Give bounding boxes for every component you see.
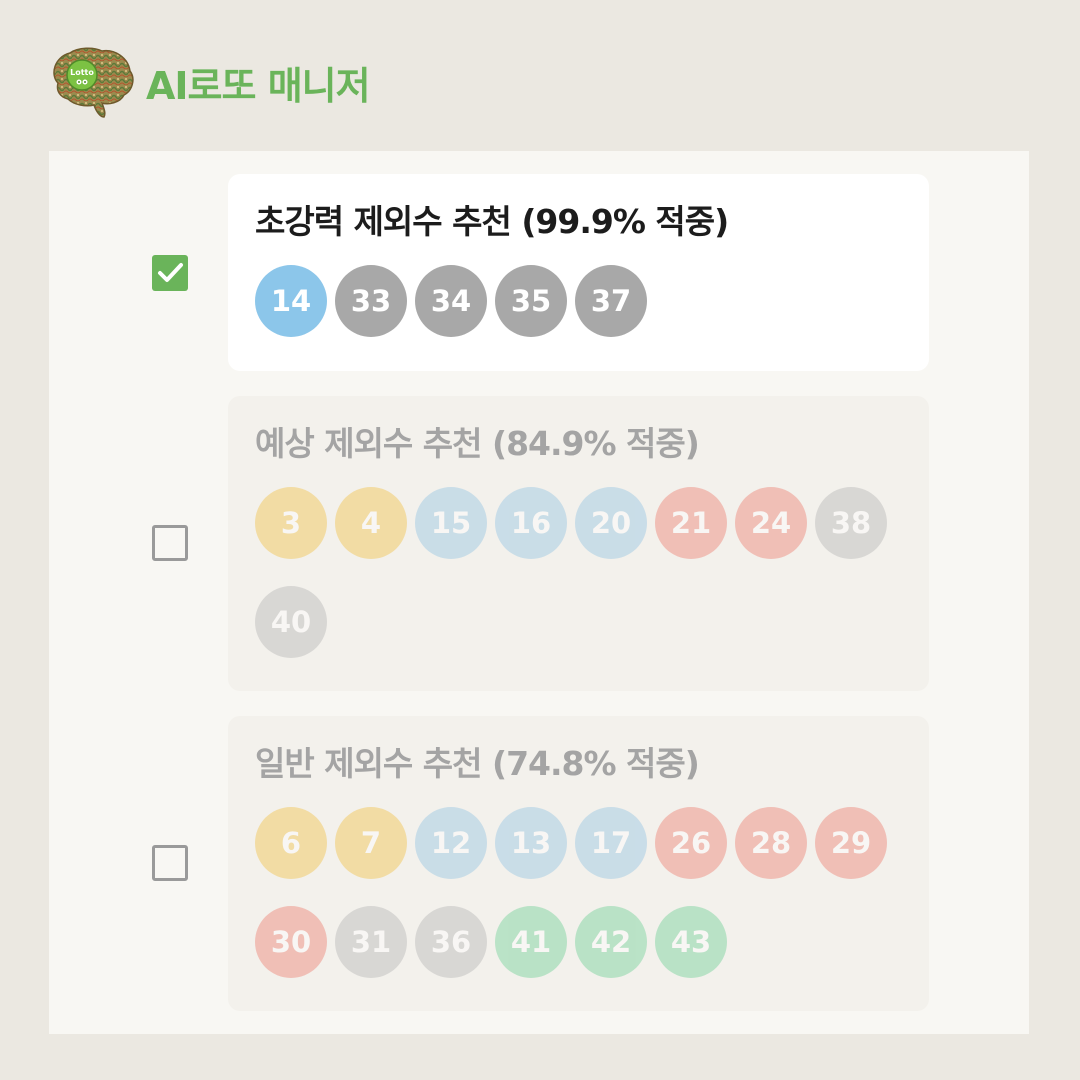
number-ball: 4 bbox=[335, 487, 407, 559]
number-ball: 40 bbox=[255, 586, 327, 658]
number-ball: 21 bbox=[655, 487, 727, 559]
number-ball: 29 bbox=[815, 807, 887, 879]
number-ball: 24 bbox=[735, 487, 807, 559]
number-list: 6 7 12 13 17 26 28 29 30 31 36 41 42 43 bbox=[255, 807, 895, 978]
checkbox-super[interactable] bbox=[152, 255, 188, 291]
number-ball: 17 bbox=[575, 807, 647, 879]
option-title: 일반 제외수 추천 (74.8% 적중) bbox=[255, 744, 700, 783]
number-ball: 15 bbox=[415, 487, 487, 559]
option-title: 예상 제외수 추천 (84.9% 적중) bbox=[255, 424, 700, 463]
number-ball: 20 bbox=[575, 487, 647, 559]
checkbox-predicted[interactable] bbox=[152, 525, 188, 561]
number-ball: 28 bbox=[735, 807, 807, 879]
number-ball: 3 bbox=[255, 487, 327, 559]
number-ball: 6 bbox=[255, 807, 327, 879]
number-list: 3 4 15 16 20 21 24 38 40 bbox=[255, 487, 895, 658]
option-card-super[interactable]: 초강력 제외수 추천 (99.9% 적중) 14 33 34 35 37 bbox=[228, 174, 929, 371]
number-ball: 33 bbox=[335, 265, 407, 337]
number-ball: 16 bbox=[495, 487, 567, 559]
number-ball: 30 bbox=[255, 906, 327, 978]
number-ball: 38 bbox=[815, 487, 887, 559]
app-title: AI로또 매니저 bbox=[146, 63, 371, 108]
number-ball: 34 bbox=[415, 265, 487, 337]
recommendation-panel: 초강력 제외수 추천 (99.9% 적중) 14 33 34 35 37 예상 제외수 … bbox=[49, 151, 1029, 1034]
logo-text: Lotto bbox=[70, 68, 94, 77]
app-header: Lotto AI로또 매니저 bbox=[48, 44, 371, 120]
option-card-predicted[interactable]: 예상 제외수 추천 (84.9% 적중) 3 4 15 16 20 21 24 38 40 bbox=[228, 396, 929, 691]
option-title: 초강력 제외수 추천 (99.9% 적중) bbox=[255, 202, 729, 241]
checkbox-checked-icon bbox=[158, 263, 183, 282]
number-ball: 7 bbox=[335, 807, 407, 879]
number-ball: 37 bbox=[575, 265, 647, 337]
number-ball: 12 bbox=[415, 807, 487, 879]
number-ball: 35 bbox=[495, 265, 567, 337]
option-card-general[interactable]: 일반 제외수 추천 (74.8% 적중) 6 7 12 13 17 26 28 29 30 31 3… bbox=[228, 716, 929, 1011]
number-ball: 14 bbox=[255, 265, 327, 337]
number-ball: 13 bbox=[495, 807, 567, 879]
brain-icon: Lotto bbox=[48, 45, 136, 119]
number-ball: 41 bbox=[495, 906, 567, 978]
number-ball: 31 bbox=[335, 906, 407, 978]
number-ball: 42 bbox=[575, 906, 647, 978]
number-ball: 43 bbox=[655, 906, 727, 978]
checkbox-general[interactable] bbox=[152, 845, 188, 881]
number-ball: 36 bbox=[415, 906, 487, 978]
number-list: 14 33 34 35 37 bbox=[255, 265, 895, 337]
number-ball: 26 bbox=[655, 807, 727, 879]
